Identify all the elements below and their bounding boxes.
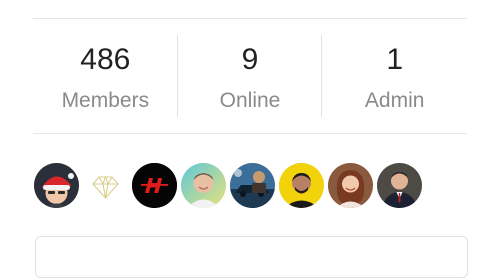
stat-online[interactable]: 9 Online	[178, 19, 323, 133]
avatar-man-suit-icon[interactable]	[377, 162, 422, 208]
members-label: Members	[61, 89, 150, 112]
member-avatars	[34, 162, 422, 208]
avatar-woman-icon[interactable]	[328, 162, 373, 208]
online-count: 9	[241, 43, 259, 76]
admin-label: Admin	[364, 89, 425, 112]
online-label: Online	[219, 89, 281, 112]
bottom-divider	[33, 133, 467, 134]
avatar-man-yellow-bg-icon[interactable]	[279, 162, 324, 208]
avatar-diamond-logo-icon[interactable]	[83, 162, 128, 208]
member-stats: 486 Members 9 Online 1 Admin	[33, 19, 467, 133]
avatar-car-photo-icon[interactable]	[230, 162, 275, 208]
stat-members[interactable]: 486 Members	[33, 19, 178, 133]
stat-admin[interactable]: 1 Admin	[322, 19, 467, 133]
admin-count: 1	[386, 43, 404, 76]
avatar-red-h-logo-icon[interactable]	[132, 162, 177, 208]
content-card	[35, 236, 468, 278]
avatar-smiling-man-icon[interactable]	[181, 162, 226, 208]
avatar-santa-hat-man-icon[interactable]	[34, 162, 79, 208]
members-count: 486	[80, 43, 131, 76]
